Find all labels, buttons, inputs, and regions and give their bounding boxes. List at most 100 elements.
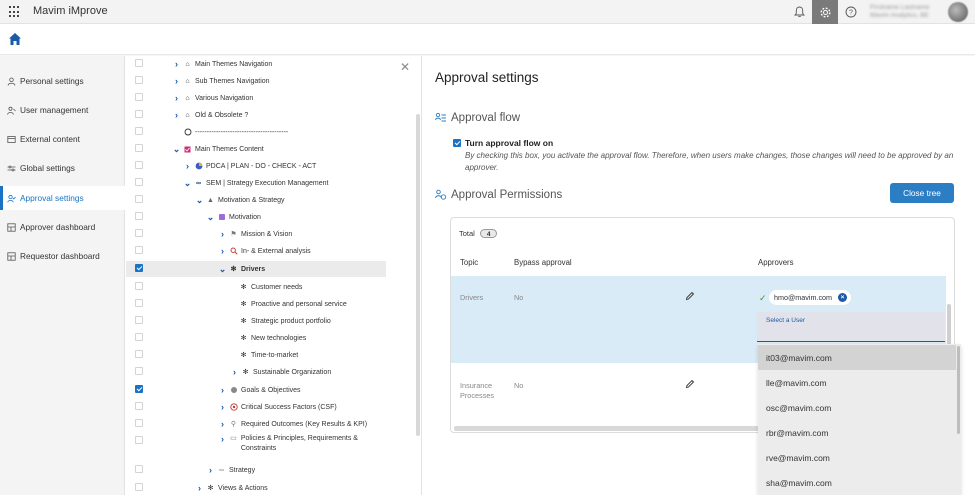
- tree-node-label[interactable]: Sustainable Organization: [253, 369, 331, 376]
- tree-node-label[interactable]: Strategic product portfolio: [251, 318, 331, 325]
- tree-row[interactable]: ----------------------------------------: [126, 124, 386, 140]
- tree-node-label[interactable]: Proactive and personal service: [251, 301, 347, 308]
- tree-checkbox[interactable]: [135, 178, 143, 186]
- tree-node-label[interactable]: Main Themes Content: [195, 146, 264, 153]
- tree-checkbox[interactable]: [135, 127, 143, 135]
- chevron-down-icon[interactable]: ⌄: [195, 195, 204, 206]
- tree-row[interactable]: ✻ Customer needs: [126, 279, 386, 295]
- edit-pencil-icon[interactable]: [685, 291, 695, 303]
- tree-node-label[interactable]: Sub Themes Navigation: [195, 78, 270, 85]
- tree-row[interactable]: › Goals & Objectives: [126, 382, 386, 398]
- edit-pencil-icon[interactable]: [685, 379, 695, 391]
- tree-node-label[interactable]: Motivation & Strategy: [218, 197, 285, 204]
- sidebar-item-external-content[interactable]: External content: [0, 127, 125, 151]
- chevron-right-icon[interactable]: ›: [172, 93, 181, 103]
- tree-checkbox[interactable]: [135, 246, 143, 254]
- tree-row[interactable]: › ⌂ Main Themes Navigation: [126, 56, 386, 72]
- dropdown-option[interactable]: sha@mavim.com: [758, 470, 956, 495]
- avatar[interactable]: [948, 2, 968, 22]
- tree-node-label[interactable]: ----------------------------------------: [195, 129, 288, 136]
- tree-node-label[interactable]: Views & Actions: [218, 485, 268, 492]
- tree-node-label[interactable]: Strategy: [229, 467, 255, 474]
- tree-checkbox[interactable]: [135, 229, 143, 237]
- chevron-right-icon[interactable]: ›: [218, 402, 227, 412]
- chevron-down-icon[interactable]: ⌄: [206, 212, 215, 223]
- tree-row[interactable]: ✻ Time-to-market: [126, 347, 386, 363]
- tree-node-label[interactable]: Critical Success Factors (CSF): [241, 404, 337, 411]
- tree-node-label[interactable]: Policies & Principles, Requirements & Co…: [241, 434, 358, 454]
- tree-checkbox[interactable]: [135, 333, 143, 341]
- tree-checkbox[interactable]: [135, 195, 143, 203]
- approval-flow-checkbox[interactable]: [453, 139, 461, 147]
- tree-row-selected[interactable]: ⌄ ✻ Drivers: [126, 261, 386, 277]
- sidebar-item-approval-settings[interactable]: Approval settings: [0, 186, 125, 210]
- tree-node-label[interactable]: Goals & Objectives: [241, 387, 301, 394]
- tree-checkbox[interactable]: [135, 465, 143, 473]
- chevron-right-icon[interactable]: ›: [218, 385, 227, 395]
- app-launcher-icon[interactable]: [9, 6, 21, 18]
- tree-checkbox[interactable]: [135, 316, 143, 324]
- help-icon[interactable]: ?: [838, 0, 864, 24]
- tree-checkbox[interactable]: [135, 299, 143, 307]
- tree-checkbox[interactable]: [135, 93, 143, 101]
- chevron-right-icon[interactable]: ›: [206, 465, 215, 475]
- tree-checkbox[interactable]: [135, 350, 143, 358]
- sidebar-item-approver-dashboard[interactable]: Approver dashboard: [0, 215, 125, 239]
- dropdown-option[interactable]: osc@mavim.com: [758, 395, 956, 420]
- chevron-right-icon[interactable]: ›: [218, 229, 227, 239]
- column-header-approvers[interactable]: Approvers: [758, 258, 794, 267]
- tree-node-label[interactable]: SEM | Strategy Execution Management: [206, 180, 328, 187]
- sidebar-item-global-settings[interactable]: Global settings: [0, 156, 125, 180]
- sidebar-item-user-management[interactable]: User management: [0, 98, 125, 122]
- tree-row[interactable]: › ✻ Sustainable Organization: [126, 364, 386, 380]
- tree-row[interactable]: › ⚑ Mission & Vision: [126, 226, 386, 242]
- tree-checkbox[interactable]: [135, 59, 143, 67]
- dropdown-option[interactable]: rbr@mavim.com: [758, 420, 956, 445]
- chevron-right-icon[interactable]: ›: [172, 110, 181, 120]
- dropdown-scrollbar[interactable]: [957, 346, 960, 434]
- column-header-bypass[interactable]: Bypass approval: [514, 258, 572, 267]
- tree-checkbox[interactable]: [135, 402, 143, 410]
- tree-checkbox[interactable]: [135, 212, 143, 220]
- tree-node-label[interactable]: Old & Obsolete ?: [195, 112, 248, 119]
- horizontal-scrollbar[interactable]: [454, 426, 774, 431]
- tree-row[interactable]: › ⌂ Various Navigation: [126, 90, 386, 106]
- chevron-down-icon[interactable]: ⌄: [172, 144, 181, 155]
- tree-row[interactable]: ✻ New technologies: [126, 330, 386, 346]
- tree-node-label[interactable]: New technologies: [251, 335, 306, 342]
- tree-checkbox[interactable]: [135, 385, 143, 393]
- tree-row[interactable]: › PDCA | PLAN - DO - CHECK - ACT: [126, 158, 386, 174]
- chevron-right-icon[interactable]: ›: [183, 161, 192, 171]
- tree-row[interactable]: › In- & External analysis: [126, 243, 386, 259]
- chevron-right-icon[interactable]: ›: [195, 483, 204, 493]
- dropdown-option[interactable]: lle@mavim.com: [758, 370, 956, 395]
- tree-node-label[interactable]: Various Navigation: [195, 95, 253, 102]
- tree-row[interactable]: ⌄ ∞ SEM | Strategy Execution Management: [126, 175, 386, 191]
- tree-node-label[interactable]: Required Outcomes (Key Results & KPI): [241, 421, 367, 428]
- tree-row[interactable]: ✻ Proactive and personal service: [126, 296, 386, 312]
- tree-row[interactable]: ✻ Strategic product portfolio: [126, 313, 386, 329]
- tree-node-label[interactable]: Mission & Vision: [241, 231, 292, 238]
- tree-checkbox[interactable]: [135, 367, 143, 375]
- chevron-down-icon[interactable]: ⌄: [218, 264, 227, 275]
- tree-row[interactable]: › Critical Success Factors (CSF): [126, 399, 386, 415]
- tree-checkbox[interactable]: [135, 483, 143, 491]
- tree-row[interactable]: › ✻ Views & Actions: [126, 480, 386, 495]
- tree-node-label[interactable]: Motivation: [229, 214, 261, 221]
- user-info[interactable]: Firstname Lastname Mavim Analytics, BE: [870, 4, 929, 20]
- tree-node-label[interactable]: Drivers: [241, 266, 265, 273]
- approval-flow-checkbox-row[interactable]: Turn approval flow on: [453, 138, 553, 148]
- tree-row[interactable]: › ⚲ Required Outcomes (Key Results & KPI): [126, 416, 386, 432]
- tree-checkbox[interactable]: [135, 144, 143, 152]
- tree-node-label[interactable]: Time-to-market: [251, 352, 298, 359]
- chevron-right-icon[interactable]: ›: [218, 419, 227, 429]
- tree-row[interactable]: ⌄ ▲ Motivation & Strategy: [126, 192, 386, 208]
- close-icon[interactable]: ✕: [400, 60, 410, 74]
- sidebar-item-requestor-dashboard[interactable]: Requestor dashboard: [0, 244, 125, 268]
- tree-row[interactable]: › ▭ Policies & Principles, Requirements & …: [126, 433, 386, 459]
- column-header-topic[interactable]: Topic: [460, 258, 478, 267]
- tree-row[interactable]: › ═ Strategy: [126, 462, 386, 478]
- tree-row[interactable]: › ⌂ Old & Obsolete ?: [126, 107, 386, 123]
- bell-icon[interactable]: [786, 0, 812, 24]
- tree-node-label[interactable]: Customer needs: [251, 284, 302, 291]
